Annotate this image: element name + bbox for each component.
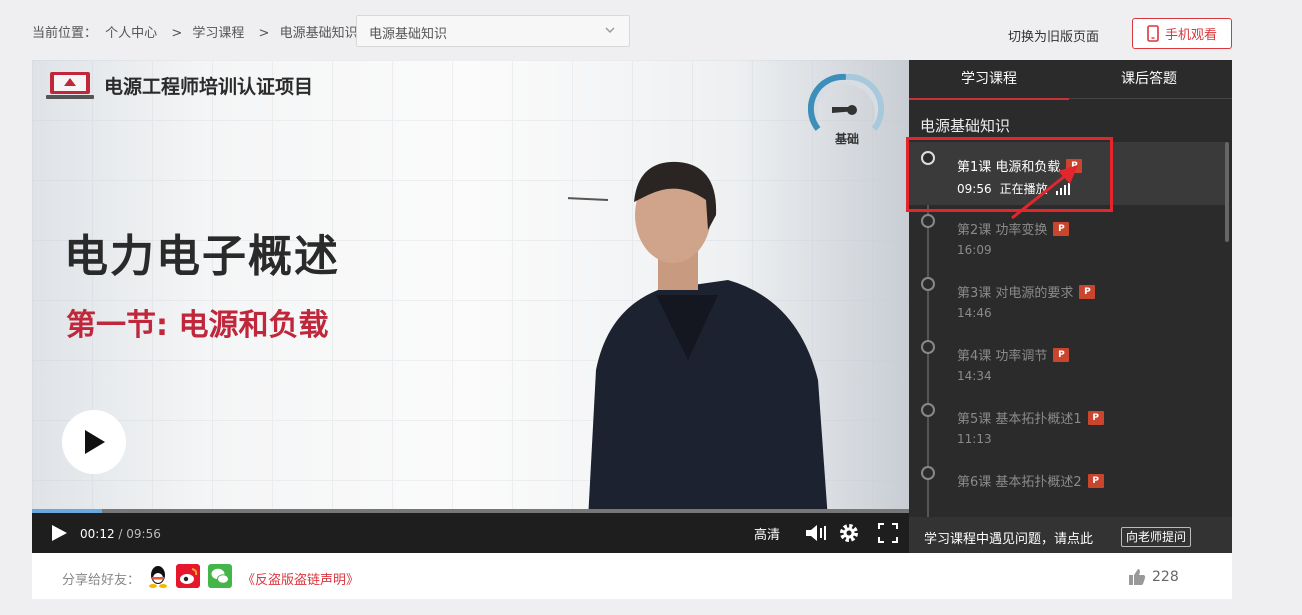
lesson-meta: 14:46 xyxy=(957,306,992,320)
phone-icon xyxy=(1147,25,1159,42)
slide-subtitle: 第一节: 电源和负载 xyxy=(66,308,329,343)
video-brand-title: 电源工程师培训认证项目 xyxy=(104,75,314,98)
lesson-title-row: 第4课 功率调节 P xyxy=(957,345,1070,364)
lesson-duration: 14:46 xyxy=(957,306,992,320)
timeline-dot xyxy=(921,340,935,354)
mobile-watch-label: 手机观看 xyxy=(1164,28,1217,43)
gear-icon[interactable] xyxy=(838,522,860,544)
tab-quiz[interactable]: 课后答题 xyxy=(1069,60,1229,99)
share-bar: 分享给好友： 《反盗版盗链声明》 228 xyxy=(32,553,1232,599)
page: 当前位置： 个人中心 > 学习课程 > 电源基础知识 电源基础知识 切换为旧版页… xyxy=(0,0,1302,615)
qq-icon[interactable] xyxy=(146,564,170,588)
lesson-item-4[interactable]: 第4课 功率调节 P 14:34 xyxy=(909,331,1225,394)
chevron-down-icon xyxy=(605,27,615,33)
lesson-item-5[interactable]: 第5课 基本拓扑概述1 P 11:13 xyxy=(909,394,1225,457)
video-player: 电源工程师培训认证项目 基础 电力电子概述 第一节: 电源和负载 00:12 /… xyxy=(32,60,909,553)
ppt-icon[interactable]: P xyxy=(1053,347,1070,362)
tab-courses[interactable]: 学习课程 xyxy=(909,60,1069,100)
monitor-logo-icon xyxy=(46,72,94,99)
lesson-title-row: 第5课 基本拓扑概述1 P xyxy=(957,408,1104,427)
like-button[interactable]: 228 xyxy=(1128,568,1179,586)
weibo-icon[interactable] xyxy=(176,564,200,588)
lesson-title: 第3课 对电源的要求 xyxy=(957,286,1074,301)
lesson-title-row: 第6课 基本拓扑概述2 P xyxy=(957,471,1104,490)
play-icon xyxy=(85,430,105,454)
big-play-button[interactable] xyxy=(62,410,126,474)
fullscreen-icon[interactable] xyxy=(878,523,898,543)
volume-icon[interactable] xyxy=(804,523,828,543)
control-bar: 00:12 / 09:56 高清 xyxy=(32,513,909,553)
quality-button[interactable]: 高清 xyxy=(754,524,780,543)
current-time: 00:12 xyxy=(80,527,115,541)
presenter-figure xyxy=(568,161,828,510)
course-select[interactable]: 电源基础知识 xyxy=(356,15,630,47)
time-display: 00:12 / 09:56 xyxy=(80,527,161,541)
old-version-link[interactable]: 切换为旧版页面 xyxy=(1008,26,1099,45)
thumbs-up-icon xyxy=(1129,569,1146,585)
breadcrumb-item-current: 电源基础知识 xyxy=(279,26,358,41)
lesson-title-row: 第3课 对电源的要求 P xyxy=(957,282,1096,301)
course-select-value: 电源基础知识 xyxy=(369,27,448,42)
time-separator: / xyxy=(114,527,127,541)
breadcrumb-separator: > xyxy=(171,26,183,41)
breadcrumb-item-courses[interactable]: 学习课程 xyxy=(192,26,244,41)
lesson-meta: 14:34 xyxy=(957,369,992,383)
sidebar-tabs: 学习课程 课后答题 xyxy=(909,60,1232,100)
lesson-duration: 16:09 xyxy=(957,243,992,257)
like-count: 228 xyxy=(1152,569,1179,585)
lesson-duration: 14:34 xyxy=(957,369,992,383)
lesson-duration: 11:13 xyxy=(957,432,992,446)
slide-title: 电力电子概述 xyxy=(64,231,340,282)
lesson-item-6[interactable]: 第6课 基本拓扑概述2 P xyxy=(909,457,1225,520)
wechat-icon[interactable] xyxy=(208,564,232,588)
ppt-icon[interactable]: P xyxy=(1087,473,1104,488)
video-frame[interactable]: 电源工程师培训认证项目 基础 电力电子概述 第一节: 电源和负载 xyxy=(32,60,909,510)
breadcrumb-item-home[interactable]: 个人中心 xyxy=(105,26,157,41)
lesson-item-3[interactable]: 第3课 对电源的要求 P 14:46 xyxy=(909,268,1225,331)
mobile-watch-button[interactable]: 手机观看 xyxy=(1132,18,1232,49)
lesson-title: 第6课 基本拓扑概述2 xyxy=(957,475,1082,490)
top-bar: 当前位置： 个人中心 > 学习课程 > 电源基础知识 电源基础知识 切换为旧版页… xyxy=(0,0,1302,60)
lesson-meta: 11:13 xyxy=(957,432,992,446)
lesson-meta: 16:09 xyxy=(957,243,992,257)
share-label: 分享给好友： xyxy=(62,573,141,588)
breadcrumb: 当前位置： 个人中心 > 学习课程 > 电源基础知识 xyxy=(32,22,362,41)
video-brand: 电源工程师培训认证项目 xyxy=(46,70,313,100)
total-duration: 09:56 xyxy=(126,527,161,541)
annotation-arrow-icon xyxy=(1011,165,1078,220)
ppt-icon[interactable]: P xyxy=(1087,410,1104,425)
play-icon[interactable] xyxy=(50,524,68,542)
sidebar-footer: 学习课程中遇见问题，请点此 向老师提问 xyxy=(909,517,1232,553)
timeline-dot xyxy=(921,214,935,228)
help-text: 学习课程中遇见问题，请点此 xyxy=(924,532,1094,547)
timeline-dot xyxy=(921,466,935,480)
breadcrumb-prefix: 当前位置： xyxy=(32,26,98,41)
lesson-list-scrollbar[interactable] xyxy=(1225,142,1229,242)
ppt-icon[interactable]: P xyxy=(1079,284,1096,299)
timeline-dot xyxy=(921,403,935,417)
level-label: 基础 xyxy=(834,132,859,146)
lesson-title: 第5课 基本拓扑概述1 xyxy=(957,412,1082,427)
ask-teacher-button[interactable]: 向老师提问 xyxy=(1121,527,1192,547)
course-sidebar: 学习课程 课后答题 电源基础知识 第1课 电源和负载 P 09:56 正在播放 xyxy=(909,60,1232,553)
timeline-dot xyxy=(921,277,935,291)
lesson-title: 第4课 功率调节 xyxy=(957,349,1048,364)
breadcrumb-separator: > xyxy=(258,26,270,41)
section-title: 电源基础知识 xyxy=(920,117,1011,135)
anti-piracy-link[interactable]: 《反盗版盗链声明》 xyxy=(242,569,359,588)
